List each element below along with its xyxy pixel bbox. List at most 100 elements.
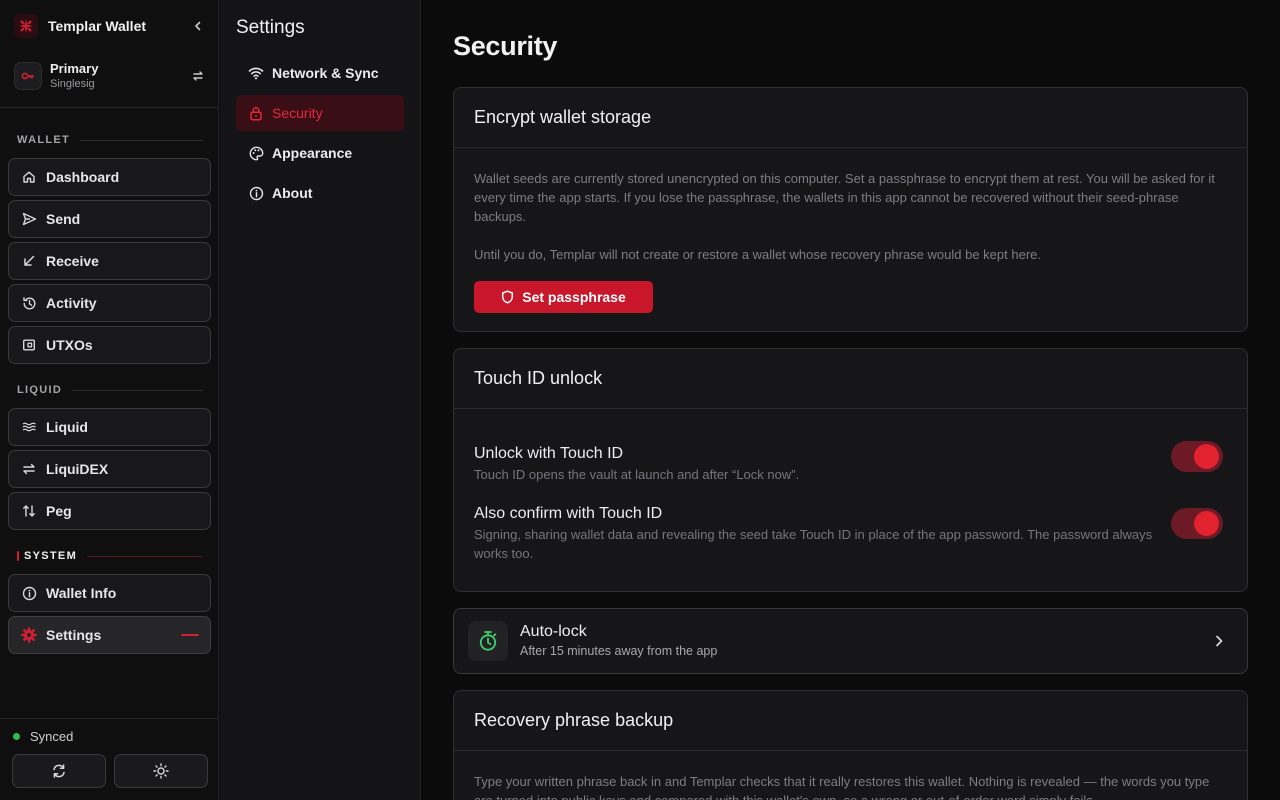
brand-header: Templar Wallet	[14, 13, 206, 39]
auto-lock-description: After 15 minutes away from the app	[520, 644, 718, 658]
settings-nav-label: Security	[272, 105, 323, 121]
active-indicator	[181, 634, 199, 636]
settings-nav-about[interactable]: About	[236, 175, 404, 211]
shield-icon	[502, 290, 514, 304]
history-icon	[20, 294, 38, 312]
sidebar-item-wallet-info[interactable]: Wallet Info	[8, 574, 211, 612]
section-label-system: SYSTEM	[17, 549, 203, 563]
info-icon	[20, 584, 38, 602]
recovery-description: Type your written phrase back in and Tem…	[474, 774, 1210, 800]
account-switcher[interactable]: Primary Singlesig	[14, 60, 206, 92]
touch-id-card: Touch ID unlock Unlock with Touch ID Tou…	[453, 348, 1248, 592]
templar-cross-icon	[14, 14, 38, 38]
peg-icon	[20, 502, 38, 520]
sidebar-item-dashboard[interactable]: Dashboard	[8, 158, 211, 196]
section-label-wallet: WALLET	[17, 133, 203, 147]
section-label-text: WALLET	[17, 134, 71, 146]
sidebar-item-label: Peg	[46, 503, 72, 519]
card-title: Encrypt wallet storage	[454, 88, 1247, 148]
sync-status-text: Synced	[30, 728, 74, 744]
main-content[interactable]: Security Encrypt wallet storage Wallet s…	[421, 0, 1280, 800]
lock-icon	[248, 105, 264, 121]
sidebar-item-label: Send	[46, 211, 81, 227]
wifi-icon	[248, 65, 264, 81]
sidebar-footer-divider	[0, 718, 219, 719]
sidebar-item-utxos[interactable]: UTXOs	[8, 326, 211, 364]
setting-title: Also confirm with Touch ID	[474, 505, 663, 522]
sun-icon	[153, 763, 169, 779]
sidebar-item-label: Wallet Info	[46, 585, 117, 601]
sidebar-item-label: Receive	[46, 253, 99, 269]
touch-id-confirm-row: Also confirm with Touch ID Signing, shar…	[474, 504, 1227, 564]
settings-nav-label: Appearance	[272, 145, 353, 161]
status-dot	[13, 732, 20, 740]
wallet-icon	[20, 336, 38, 354]
toggle-knob	[1194, 511, 1219, 536]
card-title: Touch ID unlock	[454, 349, 1247, 409]
account-type: Singlesig	[50, 78, 95, 90]
encrypt-note: Until you do, Templar will not create or…	[474, 247, 1041, 262]
auto-lock-row[interactable]: Auto-lock After 15 minutes away from the…	[453, 608, 1248, 674]
section-label-text: LIQUID	[17, 384, 63, 396]
chevron-right-icon	[1211, 633, 1227, 649]
encrypt-description: Wallet seeds are currently stored unencr…	[474, 171, 1215, 224]
sidebar-item-liquidex[interactable]: LiquiDEX	[8, 450, 211, 488]
palette-icon	[248, 145, 264, 161]
switch-account-icon[interactable]	[190, 68, 206, 84]
send-icon	[20, 210, 38, 228]
touch-id-unlock-toggle[interactable]	[1171, 441, 1223, 472]
touch-id-confirm-toggle[interactable]	[1171, 508, 1223, 539]
sidebar-divider	[0, 107, 219, 108]
sidebar-item-label: Settings	[46, 627, 102, 643]
card-title: Recovery phrase backup	[454, 691, 1247, 751]
receive-arrow-icon	[20, 252, 38, 270]
sidebar-item-label: Dashboard	[46, 169, 120, 185]
sidebar-item-label: UTXOs	[46, 337, 93, 353]
refresh-icon	[53, 764, 65, 778]
set-passphrase-button[interactable]: Set passphrase	[474, 281, 653, 313]
app-name: Templar Wallet	[48, 18, 147, 34]
sync-button[interactable]	[12, 754, 106, 788]
settings-nav-label: Network & Sync	[272, 65, 379, 81]
swap-icon	[20, 460, 38, 478]
auto-lock-title: Auto-lock	[520, 623, 587, 640]
button-label: Set passphrase	[522, 289, 626, 305]
sidebar-item-send[interactable]: Send	[8, 200, 211, 238]
key-icon	[14, 62, 42, 90]
touch-id-unlock-row: Unlock with Touch ID Touch ID opens the …	[474, 441, 1227, 504]
sidebar-item-peg[interactable]: Peg	[8, 492, 211, 530]
sidebar-item-label: Liquid	[46, 419, 88, 435]
sidebar-item-label: LiquiDEX	[46, 461, 109, 477]
toggle-knob	[1194, 444, 1219, 469]
waves-icon	[20, 418, 38, 436]
settings-nav-security[interactable]: Security	[236, 95, 404, 131]
timer-icon	[468, 621, 508, 661]
settings-nav-appearance[interactable]: Appearance	[236, 135, 404, 171]
sync-status: Synced	[13, 728, 73, 744]
info-icon	[248, 185, 264, 201]
section-label-text: SYSTEM	[24, 550, 78, 562]
settings-title: Settings	[236, 17, 305, 38]
home-icon	[20, 168, 38, 186]
sidebar-item-receive[interactable]: Receive	[8, 242, 211, 280]
sidebar-item-settings[interactable]: Settings	[8, 616, 211, 654]
setting-description: Signing, sharing wallet data and reveali…	[474, 527, 1153, 561]
page-title: Security	[453, 31, 558, 61]
sidebar-item-activity[interactable]: Activity	[8, 284, 211, 322]
setting-description: Touch ID opens the vault at launch and a…	[474, 467, 800, 482]
setting-title: Unlock with Touch ID	[474, 445, 624, 462]
gear-icon	[20, 626, 38, 644]
settings-nav: Settings Network & Sync Security Appeara…	[220, 0, 421, 800]
settings-nav-label: About	[272, 185, 313, 201]
settings-nav-network[interactable]: Network & Sync	[236, 55, 404, 91]
sidebar-item-label: Activity	[46, 295, 97, 311]
encrypt-storage-card: Encrypt wallet storage Wallet seeds are …	[453, 87, 1248, 332]
theme-toggle-button[interactable]	[114, 754, 208, 788]
sidebar-item-liquid[interactable]: Liquid	[8, 408, 211, 446]
chevron-left-icon[interactable]	[190, 18, 206, 34]
account-name: Primary	[50, 61, 99, 76]
section-label-liquid: LIQUID	[17, 383, 203, 397]
sidebar: Templar Wallet Primary Singlesig WALLET …	[0, 0, 219, 800]
recovery-backup-card: Recovery phrase backup Type your written…	[453, 690, 1248, 800]
account-info: Primary Singlesig	[50, 61, 98, 91]
